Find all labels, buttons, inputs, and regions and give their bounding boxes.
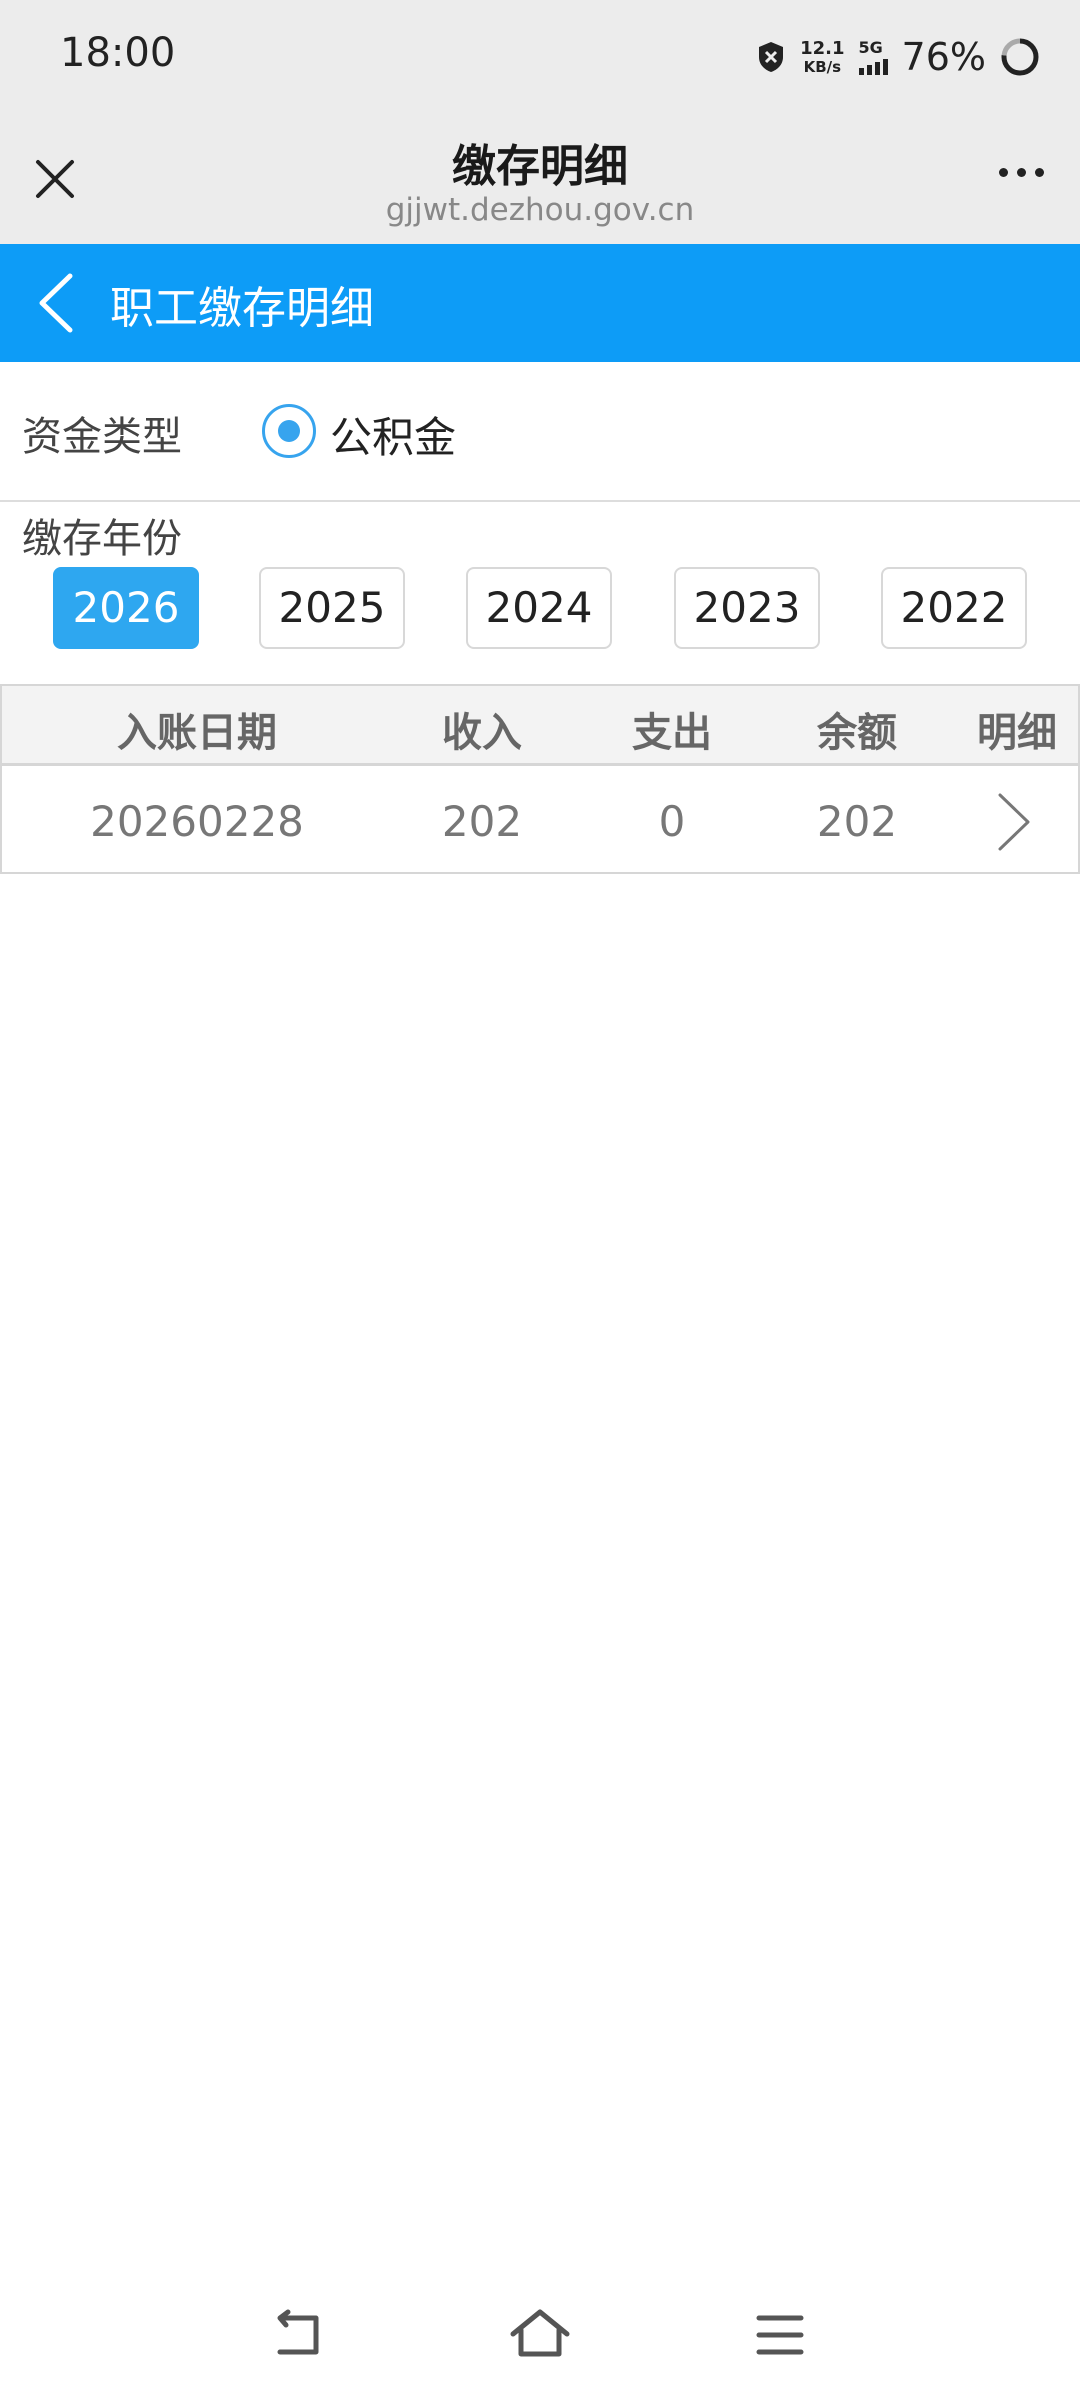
fund-type-label: 资金类型 <box>22 414 182 460</box>
net-speed-unit: KB/s <box>803 57 842 76</box>
year-button-2025[interactable]: 2025 <box>259 567 405 649</box>
cell-income: 202 <box>441 797 523 846</box>
back-arrow-icon[interactable] <box>28 270 84 336</box>
status-bar: 18:00 12.1 KB/s 5G 76% <box>0 0 1080 116</box>
column-header-income: 收入 <box>442 710 522 756</box>
year-button-2026[interactable]: 2026 <box>53 567 199 649</box>
column-header-balance: 余额 <box>817 710 897 756</box>
more-menu-icon[interactable] <box>999 168 1044 177</box>
battery-ring-icon <box>1001 38 1039 76</box>
signal-bars-icon <box>858 58 888 75</box>
signal-indicator: 5G <box>858 37 888 75</box>
chevron-right-icon[interactable] <box>992 791 1036 853</box>
cell-balance: 202 <box>816 797 898 846</box>
cell-expense: 0 <box>658 797 686 846</box>
status-indicators: 12.1 KB/s 5G 76% <box>756 32 1040 82</box>
cell-date: 20260228 <box>90 797 304 846</box>
fund-option-label[interactable]: 公积金 <box>330 404 456 465</box>
year-button-2023[interactable]: 2023 <box>674 567 820 649</box>
column-header-expense: 支出 <box>632 710 712 756</box>
page-url: gjjwt.dezhou.gov.cn <box>385 192 695 228</box>
network-type: 5G <box>858 37 883 57</box>
shield-icon <box>759 42 784 72</box>
year-button-2024[interactable]: 2024 <box>466 567 612 649</box>
header-title: 职工缴存明细 <box>110 283 374 334</box>
fund-radio-button[interactable] <box>262 404 316 458</box>
net-speed-value: 12.1 <box>800 37 845 59</box>
back-gesture-icon[interactable] <box>264 2300 334 2370</box>
home-icon[interactable] <box>505 2300 575 2370</box>
fund-type-row: 资金类型 公积金 <box>0 362 1080 502</box>
table-header: 入账日期 收入 支出 余额 明细 <box>2 686 1078 766</box>
app-header: 职工缴存明细 <box>0 244 1080 362</box>
deposit-table: 入账日期 收入 支出 余额 明细 20260228 202 0 202 <box>0 684 1080 874</box>
page-title: 缴存明细 <box>452 141 628 192</box>
system-nav-bar <box>0 2290 1080 2380</box>
browser-nav-bar: 缴存明细 gjjwt.dezhou.gov.cn <box>0 116 1080 244</box>
status-time: 18:00 <box>60 30 176 76</box>
column-header-date: 入账日期 <box>117 710 277 756</box>
table-row[interactable]: 20260228 202 0 202 <box>2 769 1078 872</box>
menu-icon[interactable] <box>745 2300 815 2370</box>
year-label: 缴存年份 <box>22 516 182 562</box>
column-header-detail: 明细 <box>977 710 1057 756</box>
net-speed: 12.1 KB/s <box>800 37 845 76</box>
year-button-2022[interactable]: 2022 <box>881 567 1027 649</box>
battery-percent: 76% <box>901 35 986 79</box>
